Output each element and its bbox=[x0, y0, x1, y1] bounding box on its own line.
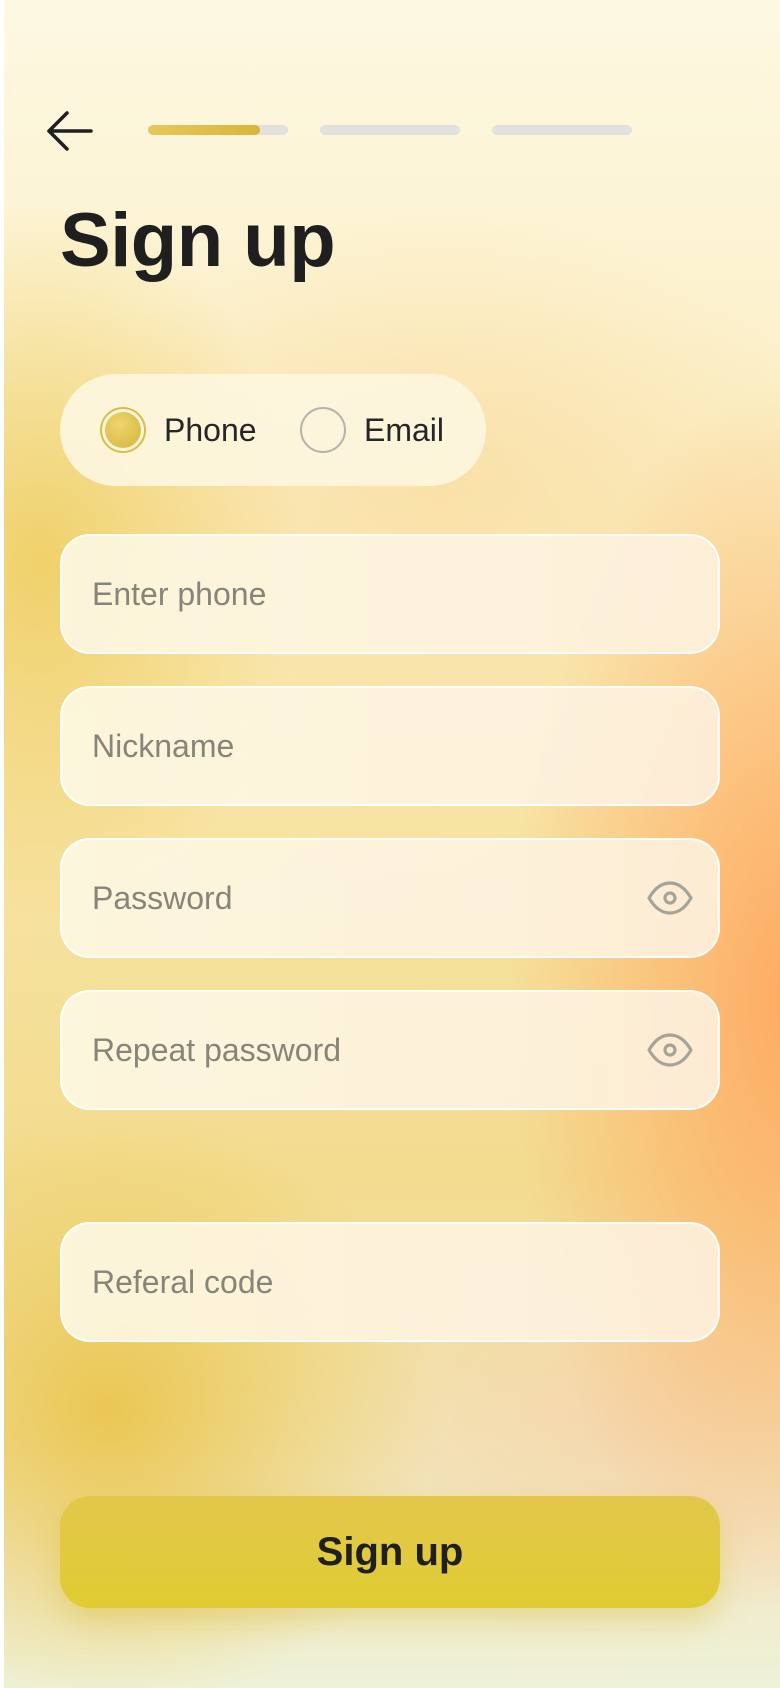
phone-input[interactable] bbox=[62, 536, 718, 652]
sign-up-button[interactable]: Sign up bbox=[60, 1496, 720, 1608]
arrow-left-icon bbox=[47, 111, 93, 151]
password-input[interactable] bbox=[62, 840, 642, 956]
repeat-password-visibility-toggle[interactable] bbox=[642, 1022, 698, 1078]
referral-code-input[interactable] bbox=[62, 1224, 718, 1340]
progress-indicator bbox=[148, 125, 632, 135]
nickname-input[interactable] bbox=[62, 688, 718, 804]
radio-selected-dot bbox=[105, 412, 141, 448]
progress-step-2 bbox=[320, 125, 460, 135]
eye-icon bbox=[647, 881, 693, 915]
progress-step-1-fill bbox=[148, 125, 260, 135]
nickname-field bbox=[60, 686, 720, 806]
email-option-label: Email bbox=[364, 411, 445, 448]
email-radio[interactable] bbox=[300, 407, 346, 453]
phone-option-label: Phone bbox=[164, 411, 257, 448]
phone-field bbox=[60, 534, 720, 654]
repeat-password-field bbox=[60, 990, 720, 1110]
page-title: Sign up bbox=[60, 198, 336, 283]
referral-code-field bbox=[60, 1222, 720, 1342]
phone-radio[interactable] bbox=[100, 407, 146, 453]
method-option-phone[interactable]: Phone bbox=[100, 374, 257, 486]
repeat-password-input[interactable] bbox=[62, 992, 642, 1108]
signup-method-toggle: Phone Email bbox=[60, 374, 486, 486]
back-button[interactable] bbox=[42, 104, 96, 158]
password-visibility-toggle[interactable] bbox=[642, 870, 698, 926]
progress-step-1 bbox=[148, 125, 288, 135]
method-option-email[interactable]: Email bbox=[300, 374, 444, 486]
left-edge bbox=[0, 0, 4, 1688]
signup-screen: Sign up Phone Email Enter phone Nickname… bbox=[0, 0, 780, 1688]
eye-icon bbox=[647, 1033, 693, 1067]
password-field bbox=[60, 838, 720, 958]
progress-step-3 bbox=[492, 125, 632, 135]
